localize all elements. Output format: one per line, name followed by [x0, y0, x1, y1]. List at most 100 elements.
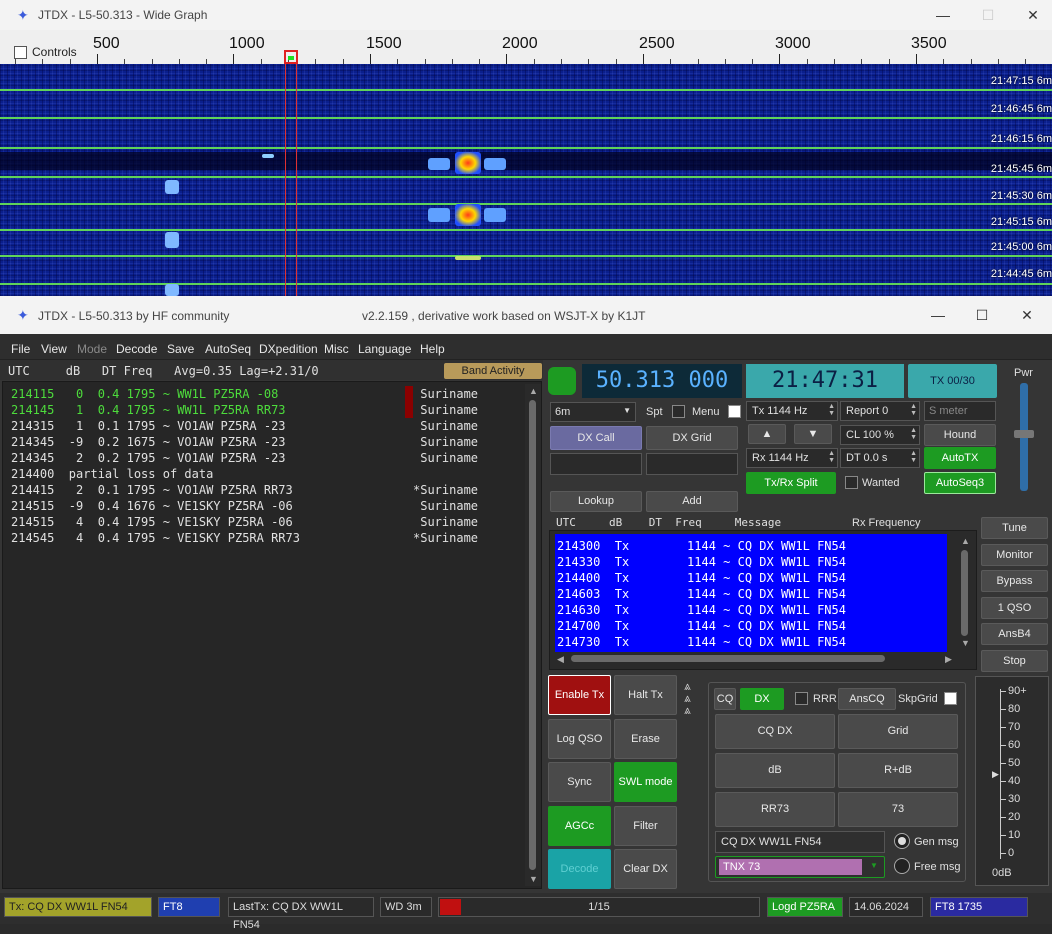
- close-icon[interactable]: ✕: [1012, 304, 1042, 326]
- tx-history-row[interactable]: 214330 Tx 1144 ~ CQ DX WW1L FN54: [557, 555, 846, 569]
- minimize-icon[interactable]: —: [923, 304, 953, 326]
- autoseq3-button[interactable]: AutoSeq3: [924, 472, 996, 494]
- spt-checkbox[interactable]: [672, 405, 685, 418]
- scroll-down-icon[interactable]: ▼: [529, 874, 538, 884]
- cl-spinbox[interactable]: CL 100 % ▲ ▼: [840, 425, 920, 445]
- maximize-icon[interactable]: ☐: [967, 304, 997, 326]
- tx-history-row[interactable]: 214603 Tx 1144 ~ CQ DX WW1L FN54: [557, 587, 846, 601]
- tx-history-list[interactable]: 214300 Tx 1144 ~ CQ DX WW1L FN54 214330 T…: [555, 534, 947, 652]
- r-db-button[interactable]: R+dB: [838, 753, 958, 788]
- bypass-button[interactable]: Bypass: [981, 570, 1048, 592]
- scroll-up-icon[interactable]: ▲: [529, 386, 538, 396]
- decode-row[interactable]: 214400 partial loss of data: [11, 467, 213, 481]
- hound-button[interactable]: Hound: [924, 424, 996, 446]
- decode-row[interactable]: 214315 1 0.1 1795 ~ VO1AW PZ5RA -23: [11, 419, 286, 433]
- halt-tx-button[interactable]: Halt Tx: [614, 675, 677, 715]
- decode-row[interactable]: 214145 1 0.4 1795 ~ WW1L PZ5RA RR73: [11, 403, 286, 417]
- erase-button[interactable]: Erase: [614, 718, 677, 759]
- waterfall[interactable]: 21:47:15 6m 21:46:45 6m 21:46:15 6m 21:4…: [0, 64, 1052, 296]
- gen-msg-field[interactable]: CQ DX WW1L FN54: [715, 831, 885, 853]
- decode-button[interactable]: Decode: [548, 849, 611, 889]
- seventy-three-button[interactable]: 73: [838, 792, 958, 827]
- scroll-down-icon[interactable]: ▼: [961, 638, 970, 648]
- decode-row[interactable]: 214345 2 0.2 1795 ~ VO1AW PZ5RA -23: [11, 451, 286, 465]
- free-msg-combo[interactable]: TNX 73 ▼: [715, 856, 885, 878]
- decode-row[interactable]: 214415 2 0.1 1795 ~ VO1AW PZ5RA RR73: [11, 483, 293, 497]
- tx-history-row[interactable]: 214300 Tx 1144 ~ CQ DX WW1L FN54: [557, 539, 846, 553]
- add-button[interactable]: Add: [646, 491, 738, 512]
- filter-button[interactable]: Filter: [614, 805, 677, 846]
- decode-scrollbar[interactable]: ▲ ▼: [525, 384, 541, 886]
- scroll-left-icon[interactable]: ◀: [557, 654, 564, 665]
- tx-up-button[interactable]: ▲: [748, 424, 786, 444]
- ansb4-button[interactable]: AnsB4: [981, 623, 1048, 645]
- band-activity-button[interactable]: Band Activity: [444, 363, 542, 379]
- scroll-thumb[interactable]: [529, 400, 536, 870]
- gen-msg-radio[interactable]: [894, 833, 910, 849]
- clear-dx-button[interactable]: Clear DX: [614, 849, 677, 889]
- checkbox-icon[interactable]: [14, 46, 27, 60]
- rx-frequency-spinbox[interactable]: Rx 1144 Hz ▲ ▼: [746, 448, 838, 468]
- tx-history-row[interactable]: 214630 Tx 1144 ~ CQ DX WW1L FN54: [557, 603, 846, 617]
- decode-row[interactable]: 214515 4 0.4 1795 ~ VE1SKY PZ5RA -06: [11, 515, 293, 529]
- sync-button[interactable]: Sync: [548, 762, 611, 802]
- new-call-marker: [405, 402, 413, 418]
- one-qso-button[interactable]: 1 QSO: [981, 596, 1048, 619]
- tx-list-hscrollbar[interactable]: ◀ ▶: [555, 653, 957, 665]
- cq-dx-button[interactable]: CQ DX: [715, 714, 835, 749]
- enable-tx-button[interactable]: Enable Tx: [548, 675, 611, 715]
- rrr-checkbox[interactable]: [795, 692, 808, 705]
- cq-button[interactable]: CQ: [714, 688, 736, 710]
- db-button[interactable]: dB: [715, 753, 835, 788]
- report-spinbox[interactable]: Report 0 ▲ ▼: [840, 401, 920, 421]
- agcc-button[interactable]: AGCc: [548, 805, 611, 846]
- dx-grid-input[interactable]: [646, 453, 738, 475]
- free-msg-radio[interactable]: [894, 858, 910, 874]
- chevron-down-icon[interactable]: ▼: [870, 861, 878, 870]
- decode-row[interactable]: 214345 -9 0.2 1675 ~ VO1AW PZ5RA -23: [11, 435, 286, 449]
- decode-row[interactable]: 214515 -9 0.4 1676 ~ VE1SKY PZ5RA -06: [11, 499, 293, 513]
- tx-list-scrollbar[interactable]: ▲ ▼: [957, 534, 973, 652]
- tx-counter[interactable]: TX 00/30: [908, 364, 997, 398]
- dx-button[interactable]: DX: [740, 688, 784, 710]
- grid-button[interactable]: Grid: [838, 714, 958, 749]
- tx-history-row[interactable]: 214700 Tx 1144 ~ CQ DX WW1L FN54: [557, 619, 846, 633]
- tx-rx-split-button[interactable]: Tx/Rx Split: [746, 472, 836, 494]
- controls-checkbox[interactable]: Controls: [14, 45, 77, 60]
- dx-grid-button[interactable]: DX Grid: [646, 426, 738, 450]
- swl-mode-button[interactable]: SWL mode: [614, 762, 677, 802]
- stop-button[interactable]: Stop: [981, 649, 1048, 672]
- dx-call-button[interactable]: DX Call: [550, 426, 642, 450]
- menu-checkbox[interactable]: [728, 405, 741, 418]
- scroll-up-icon[interactable]: ▲: [961, 536, 970, 546]
- tx-down-button[interactable]: ▼: [794, 424, 832, 444]
- scroll-thumb[interactable]: [961, 550, 968, 636]
- tune-button[interactable]: Tune: [981, 517, 1048, 539]
- decode-row[interactable]: 214115 0 0.4 1795 ~ WW1L PZ5RA -08: [11, 387, 278, 401]
- rr73-button[interactable]: RR73: [715, 792, 835, 827]
- power-slider-handle[interactable]: [1014, 430, 1034, 438]
- waterfall-timestamp: 21:46:45 6m: [990, 103, 1052, 115]
- close-icon[interactable]: ✕: [1018, 4, 1048, 26]
- dx-call-input[interactable]: [550, 453, 642, 475]
- decode-list[interactable]: 214115 0 0.4 1795 ~ WW1L PZ5RA -08 Surin…: [2, 381, 542, 889]
- log-qso-button[interactable]: Log QSO: [548, 718, 611, 759]
- tx-history-row[interactable]: 214730 Tx 1144 ~ CQ DX WW1L FN54: [557, 635, 846, 649]
- dt-spinbox[interactable]: DT 0.0 s ▲ ▼: [840, 448, 920, 468]
- lookup-button[interactable]: Lookup: [550, 491, 642, 512]
- tx-frequency-spinbox[interactable]: Tx 1144 Hz ▲ ▼: [746, 401, 838, 421]
- scroll-right-icon[interactable]: ▶: [945, 654, 952, 665]
- skpgrid-checkbox[interactable]: [944, 692, 957, 705]
- rx-frequency-marker[interactable]: [284, 50, 298, 64]
- wanted-checkbox[interactable]: [845, 476, 858, 489]
- frequency-scale[interactable]: 500 1000 1500 2000 2500 3000 3500: [0, 30, 1052, 64]
- anscq-button[interactable]: AnsCQ: [838, 688, 896, 710]
- tx-history-row[interactable]: 214400 Tx 1144 ~ CQ DX WW1L FN54: [557, 571, 846, 585]
- autotx-button[interactable]: AutoTX: [924, 447, 996, 469]
- scroll-thumb[interactable]: [571, 655, 885, 662]
- decode-row[interactable]: 214545 4 0.4 1795 ~ VE1SKY PZ5RA RR73: [11, 531, 300, 545]
- monitor-indicator[interactable]: [548, 367, 576, 395]
- minimize-icon[interactable]: —: [928, 4, 958, 26]
- band-select[interactable]: 6m ▼: [550, 402, 636, 422]
- monitor-button[interactable]: Monitor: [981, 543, 1048, 566]
